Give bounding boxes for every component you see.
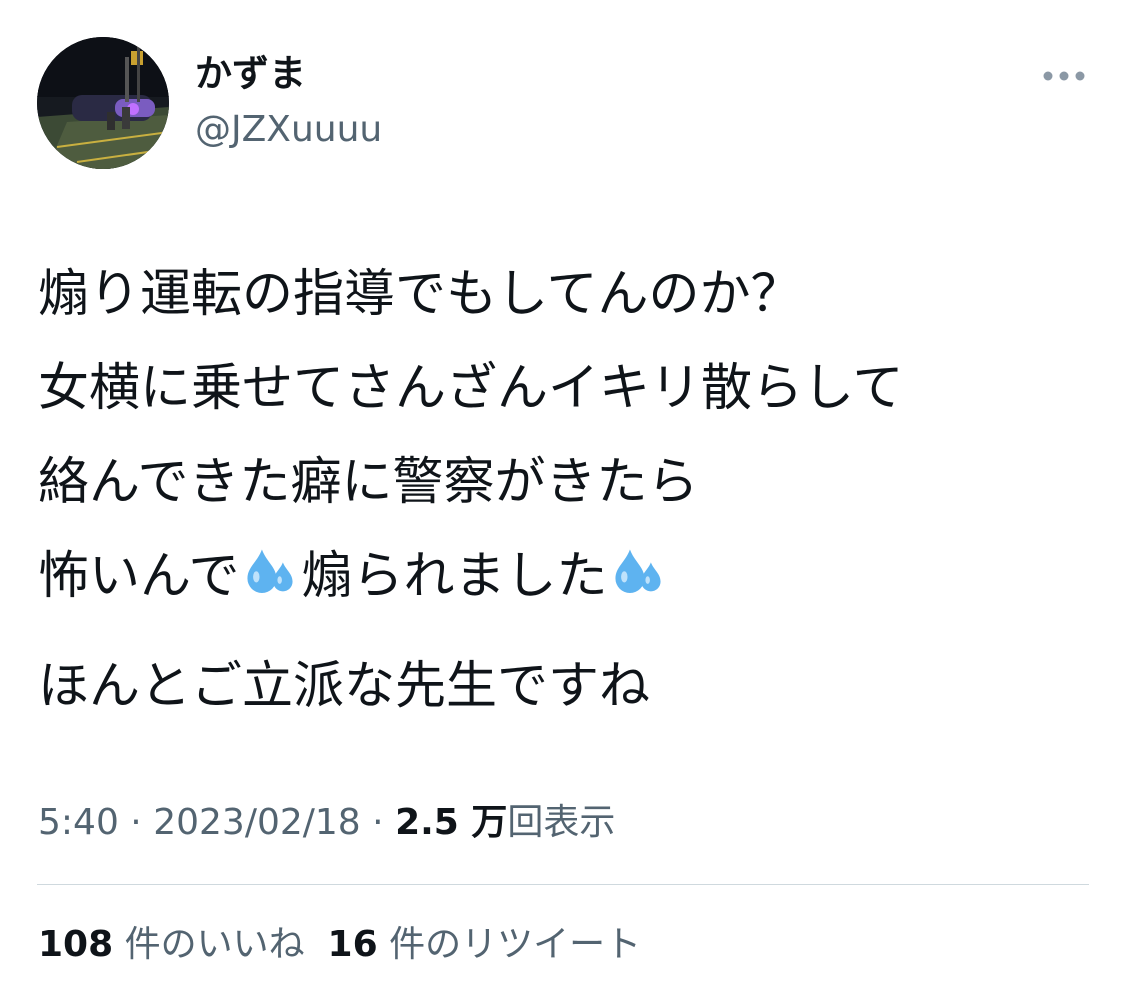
more-dots-icon xyxy=(1043,71,1085,81)
views-label: 回表示 xyxy=(507,802,616,843)
avatar-image xyxy=(37,37,169,169)
tweet-line: 怖いんで 煽られました xyxy=(38,530,1098,624)
tweet-line-segment: 怖いんで xyxy=(38,547,240,606)
likes-count: 108 xyxy=(38,924,114,965)
tweet-meta: 5:40 · 2023/02/18 · 2.5 万回表示 xyxy=(38,796,615,850)
tweet-stats: 108 件のいいね 16 件のリツイート xyxy=(38,918,641,972)
meta-separator: · xyxy=(130,802,142,843)
meta-separator: · xyxy=(372,802,384,843)
retweets-count: 16 xyxy=(327,924,378,965)
retweets-label: 件のリツイート xyxy=(389,924,642,965)
views-count: 2.5 万 xyxy=(395,802,508,843)
tweet-line: 煽り運転の指導でもしてんのか？ xyxy=(38,265,802,324)
likes-label: 件のいいね xyxy=(124,924,305,965)
tweet-time[interactable]: 5:40 xyxy=(38,802,119,843)
tweet-line-segment: 煽られました xyxy=(301,547,608,606)
retweets-stat[interactable]: 16 件のリツイート xyxy=(328,924,642,965)
likes-stat[interactable]: 108 件のいいね xyxy=(38,924,305,965)
author-handle[interactable]: @JZXuuuu xyxy=(195,106,382,154)
author-display-name[interactable]: かずま xyxy=(195,50,306,98)
more-options-button[interactable] xyxy=(1036,58,1092,94)
tweet-line: ほんとご立派な先生ですね xyxy=(38,657,651,716)
divider xyxy=(37,884,1089,885)
tweet-date[interactable]: 2023/02/18 xyxy=(153,802,361,843)
tweet-line: 女横に乗せてさんざんイキリ散らして xyxy=(38,359,904,418)
sweat-droplets-icon xyxy=(615,549,662,593)
sweat-droplets-icon xyxy=(247,549,294,593)
tweet-text: 煽り運転の指導でもしてんのか？ 女横に乗せてさんざんイキリ散らして 絡んできた癖… xyxy=(38,248,1098,734)
tweet-line: 絡んできた癖に警察がきたら xyxy=(38,453,699,512)
avatar[interactable] xyxy=(37,37,169,169)
